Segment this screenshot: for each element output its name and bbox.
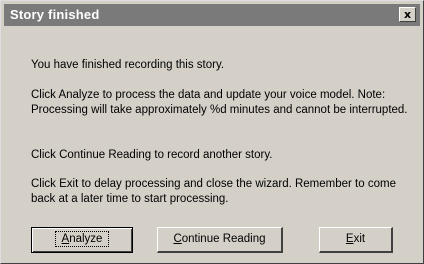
continue-label: ontinue Reading [181, 233, 266, 245]
close-button[interactable]: x [399, 7, 416, 22]
analyze-button[interactable]: Analyze [31, 227, 133, 253]
exit-label: xit [353, 233, 366, 245]
continue-accelerator: C [173, 233, 182, 245]
continue-reading-button[interactable]: Continue Reading [157, 227, 283, 253]
finished-message: You have finished recording this story. [31, 59, 225, 71]
exit-instructions: Click Exit to delay processing and close… [31, 178, 396, 205]
title-bar[interactable]: Story finished x [4, 4, 420, 26]
close-icon: x [403, 8, 412, 21]
exit-accelerator: E [345, 233, 354, 245]
analyze-label: nalyze [69, 233, 103, 245]
story-finished-dialog: Story finished x You have finished recor… [0, 0, 424, 264]
continue-instructions: Click Continue Reading to record another… [31, 149, 273, 161]
dialog-title: Story finished [10, 7, 100, 22]
analyze-button-focus: Analyze [54, 231, 110, 247]
analyze-instructions: Click Analyze to process the data and up… [31, 89, 408, 116]
exit-button[interactable]: Exit [319, 227, 393, 253]
